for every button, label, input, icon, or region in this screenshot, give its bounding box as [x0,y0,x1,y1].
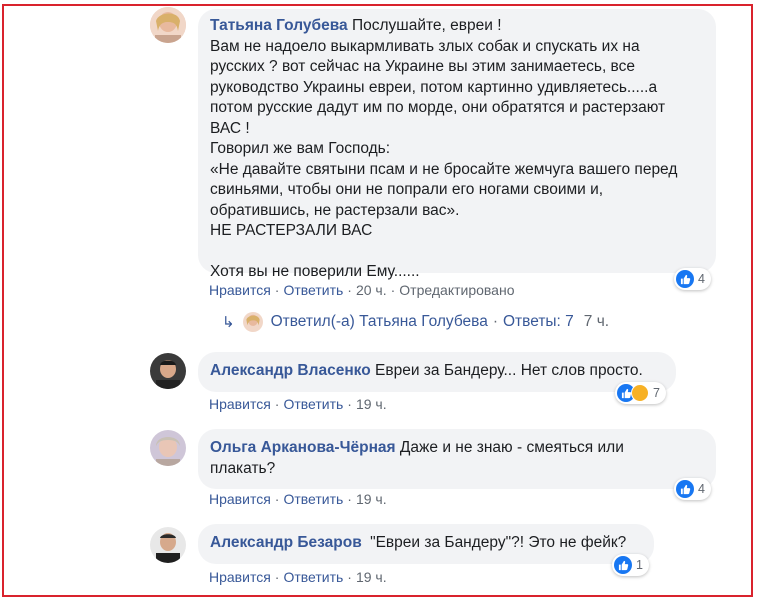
reply-time: 7 ч. [583,313,610,330]
reaction-count-value: 4 [698,272,705,286]
comment-text: Евреи за Бандеру... Нет слов просто. [375,362,643,379]
reply-thread-link[interactable]: ↳ Ответил(-а) Татьяна Голубева · Ответы:… [222,312,609,332]
comment-text: Говорил же вам Господь: [210,140,391,157]
comment-actions: Нравится · Ответить · 19 ч. [209,396,387,412]
reaction-count[interactable]: 4 [674,478,711,500]
reaction-count[interactable]: 7 [615,382,666,404]
comment-bubble: Александр Безаров "Евреи за Бандеру"?! Э… [198,524,654,564]
reply-link[interactable]: Ответить [283,282,343,298]
reply-arrow-icon: ↳ [222,314,235,331]
avatar[interactable] [150,527,186,563]
comment-bubble: Татьяна Голубева Послушайте, евреи ! Вам… [198,9,716,280]
like-link[interactable]: Нравится [209,396,271,412]
comment-text: Послушайте, евреи ! [351,17,502,34]
reply-thread-label[interactable]: Ответил(-а) Татьяна Голубева [271,313,488,331]
timestamp[interactable]: 19 ч. [356,491,387,507]
comment-text: ВАС ! [210,119,250,137]
comment-text: "Евреи за Бандеру"?! Это не фейк? [370,534,627,551]
comment-author[interactable]: Александр Безаров [210,534,362,551]
reply-link[interactable]: Ответить [283,396,343,412]
comment-author[interactable]: Ольга Арканова-Чёрная [210,439,396,456]
comment-bubble: Ольга Арканова-Чёрная Даже и не знаю - с… [198,429,716,489]
comment-actions: Нравится · Ответить · 19 ч. [209,569,387,585]
comment-text: «Не давайте святыни псам и не бросайте ж… [210,160,678,178]
comment-text: руководство Украины евреи, потом картинн… [210,78,658,96]
avatar[interactable] [150,7,186,43]
like-link[interactable]: Нравится [209,569,271,585]
timestamp[interactable]: 19 ч. [356,569,387,585]
reaction-count[interactable]: 4 [674,268,711,290]
reply-link[interactable]: Ответить [283,569,343,585]
like-icon [614,556,632,574]
reaction-count-value: 1 [636,558,643,572]
comment-text: свиньями, чтобы они не попрали его ногам… [210,181,604,198]
avatar [242,312,263,332]
like-link[interactable]: Нравится [209,282,271,298]
comment-text: Хотя вы не поверили Ему...... [210,263,420,280]
comment-actions: Нравится · Ответить · 20 ч. · Отредактировано [209,282,515,298]
comment-bubble: Александр Власенко Евреи за Бандеру... Н… [198,352,676,392]
comment-author[interactable]: Александр Власенко [210,362,371,379]
comment-text: русских ? вот сейчас на Украине вы этим … [210,58,635,75]
like-icon [676,480,694,498]
comment-actions: Нравится · Ответить · 19 ч. [209,491,387,507]
comment-text: НЕ РАСТЕРЗАЛИ ВАС [210,222,373,239]
avatar[interactable] [150,353,186,389]
like-icon [676,270,694,288]
like-link[interactable]: Нравится [209,491,271,507]
reaction-count[interactable]: 1 [612,554,649,576]
comment-text: плакать? [210,459,276,477]
comment-text: обратившись, не растерзали вас». [210,201,460,219]
comment-text: Вам не надоело выкармливать злых собак и… [210,37,640,55]
comment-text: Даже и не знаю - смеяться или [399,439,624,456]
timestamp[interactable]: 20 ч. [356,282,387,298]
reaction-count-value: 4 [698,482,705,496]
edited-label: Отредактировано [399,282,515,298]
reply-count[interactable]: Ответы: 7 [503,313,574,331]
reply-link[interactable]: Ответить [283,491,343,507]
reaction-count-value: 7 [653,386,660,400]
comment-author[interactable]: Татьяна Голубева [210,17,348,34]
comment-text: потом русские дадут им по морде, они обр… [210,99,666,116]
timestamp[interactable]: 19 ч. [356,396,387,412]
sad-reaction-icon [631,384,649,402]
avatar[interactable] [150,430,186,466]
